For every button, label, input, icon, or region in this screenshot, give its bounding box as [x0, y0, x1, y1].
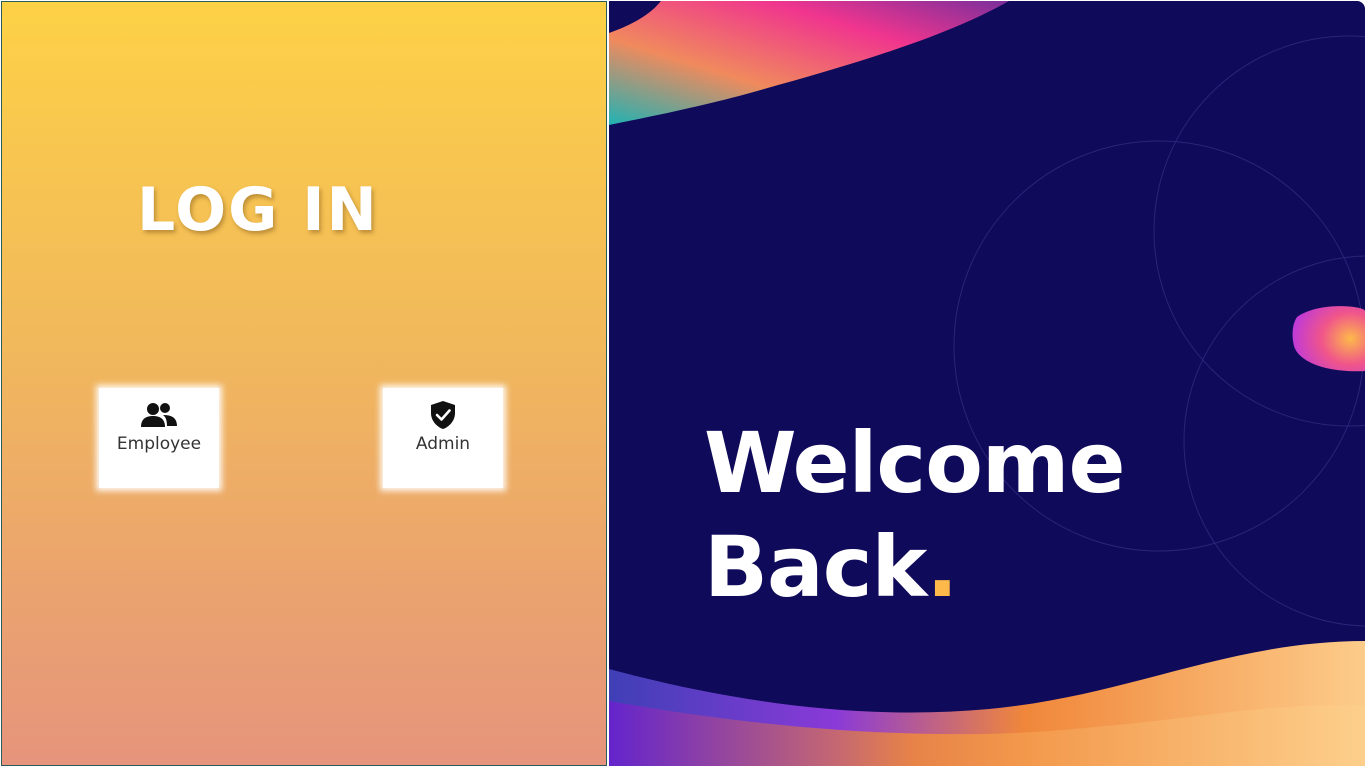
- shield-check-icon: [429, 400, 457, 430]
- users-icon: [139, 400, 179, 430]
- welcome-heading: Welcome Back.: [704, 411, 1125, 619]
- login-title: LOG IN: [137, 175, 379, 245]
- login-panel: LOG IN Employee Admin: [1, 1, 607, 766]
- employee-label: Employee: [116, 434, 202, 454]
- welcome-line-2: Back.: [704, 515, 1124, 619]
- decorative-background: [609, 1, 1365, 766]
- accent-dot: .: [926, 518, 958, 616]
- employee-login-button[interactable]: Employee: [99, 388, 219, 488]
- admin-label: Admin: [415, 434, 471, 454]
- welcome-line-1: Welcome: [704, 414, 1125, 512]
- admin-login-button[interactable]: Admin: [383, 388, 503, 488]
- welcome-line-2-text: Back: [704, 518, 927, 616]
- welcome-panel: Welcome Back.: [609, 1, 1365, 766]
